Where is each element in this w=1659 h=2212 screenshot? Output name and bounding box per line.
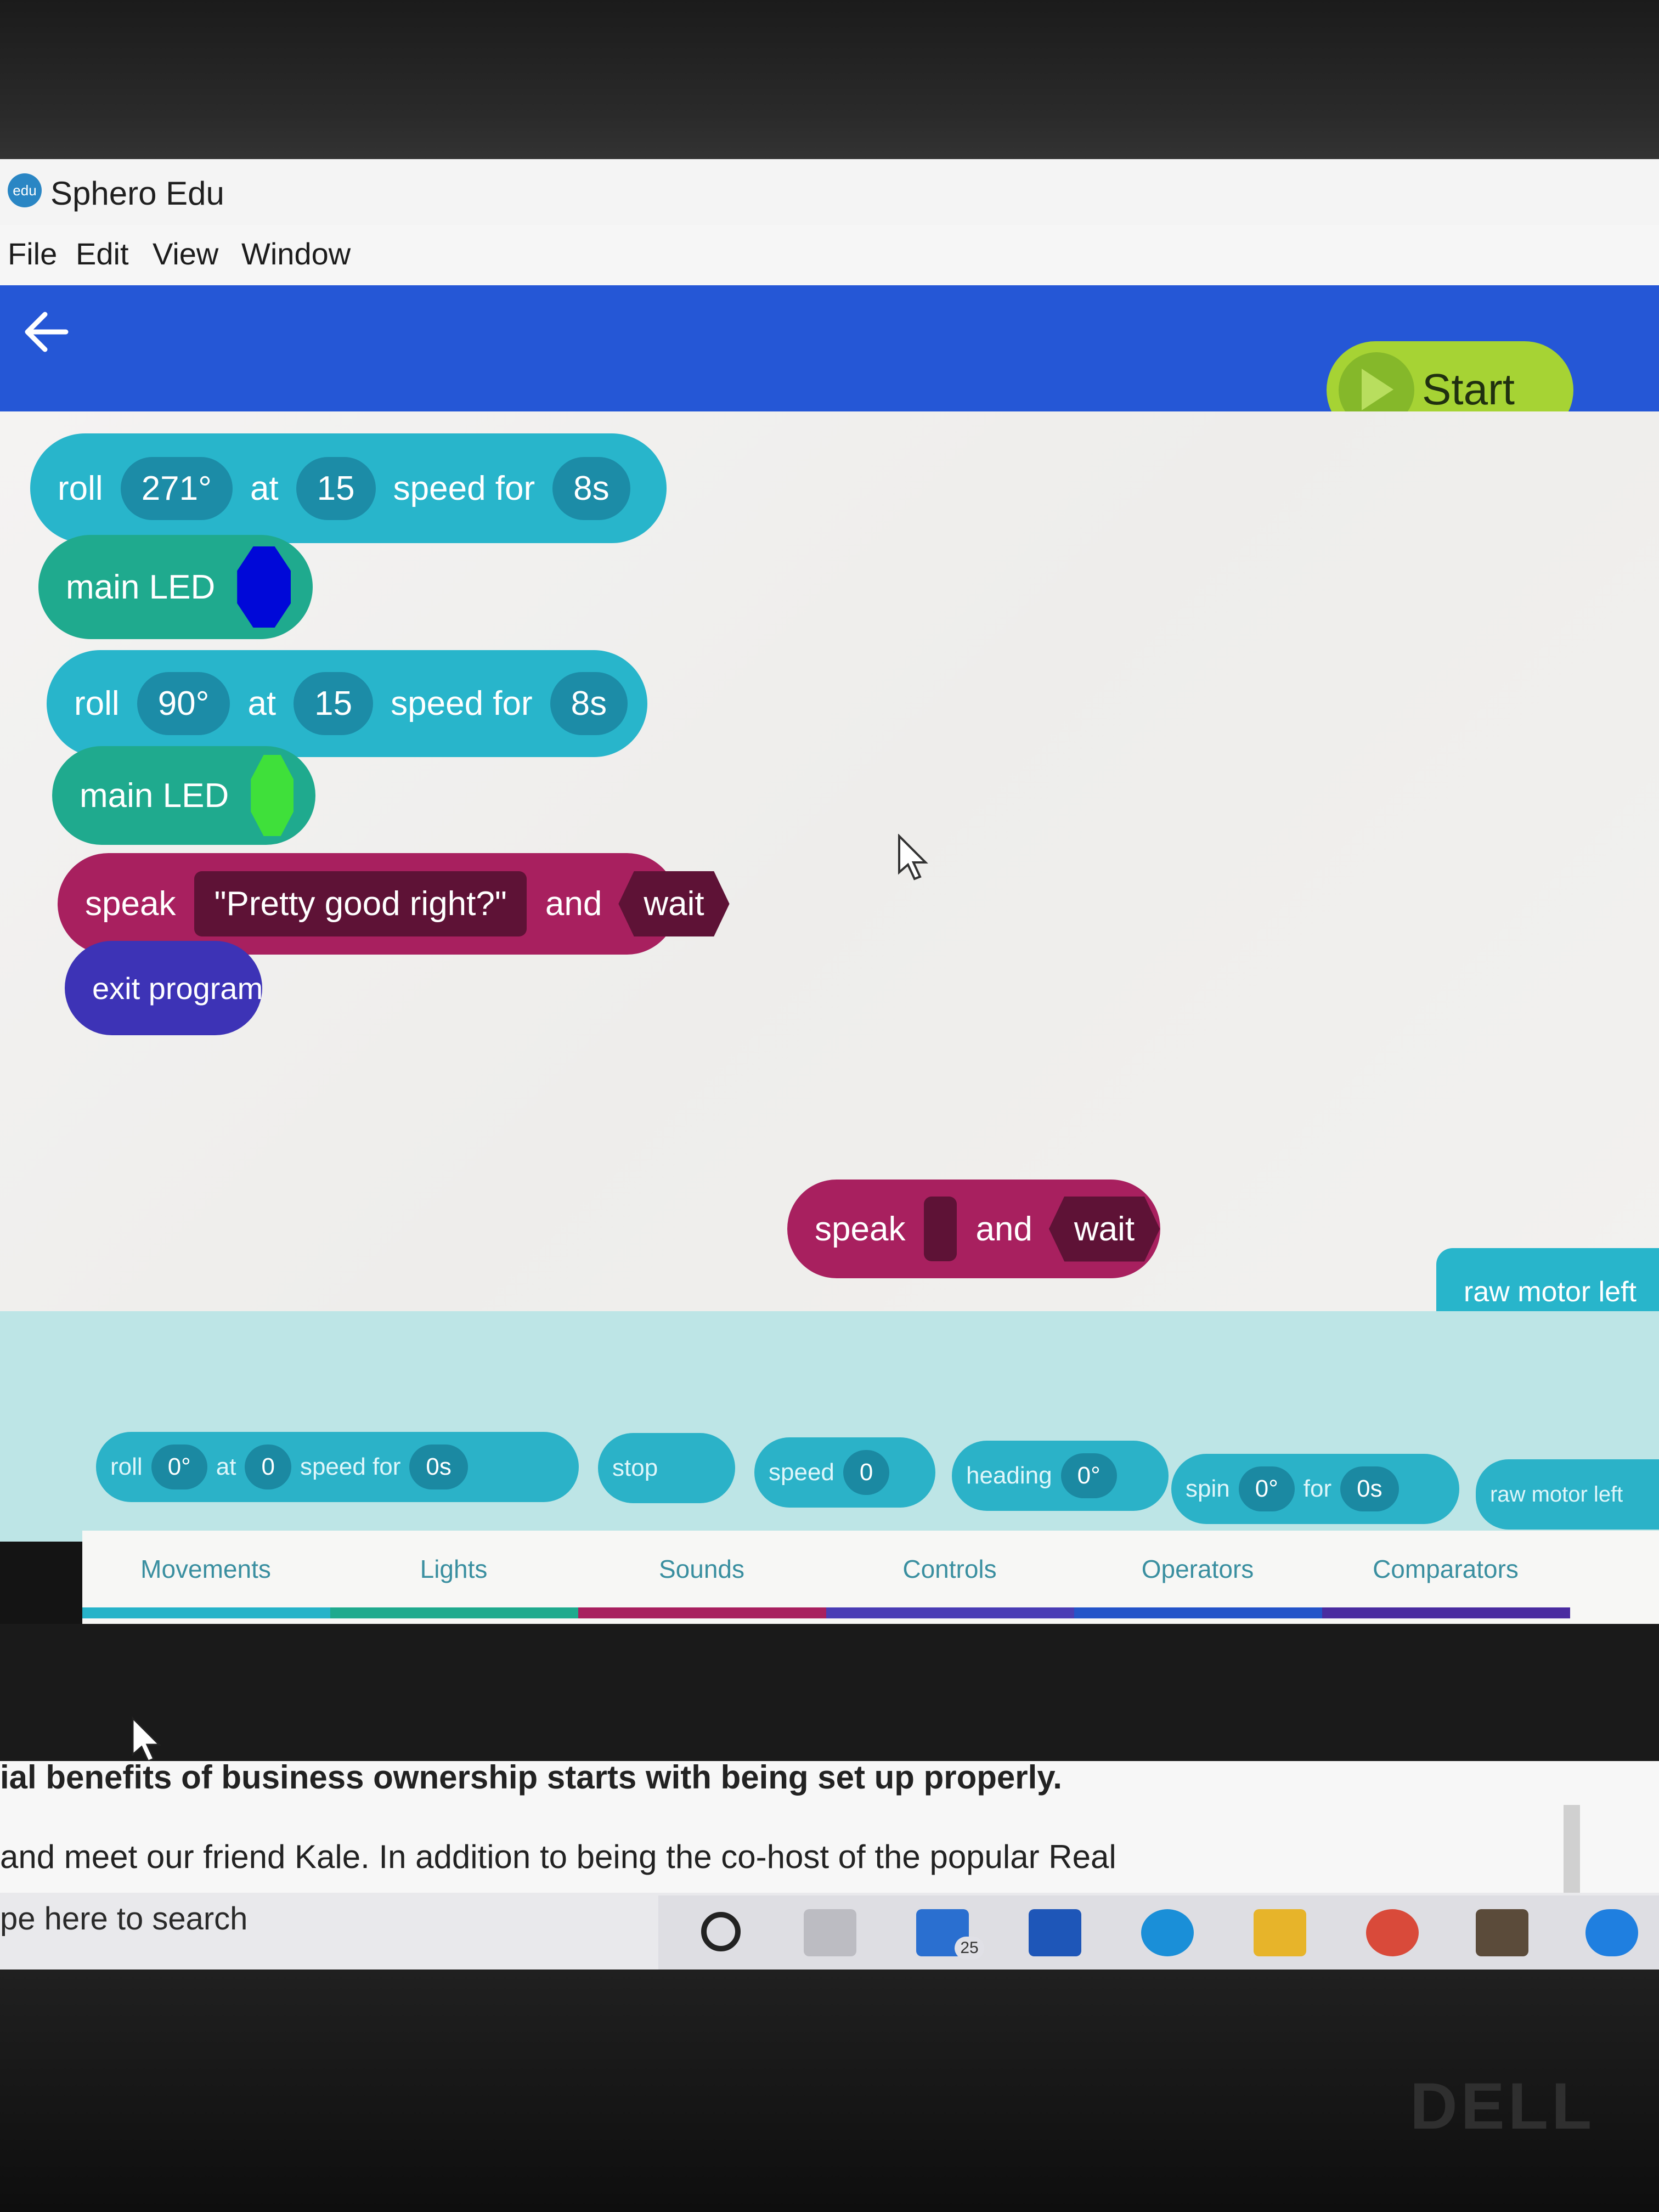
exit-program-label: exit program <box>92 970 263 1006</box>
and-label: and <box>975 1210 1032 1248</box>
speed-value[interactable]: 15 <box>294 672 374 735</box>
stop-label: stop <box>612 1454 658 1481</box>
speed-for-label: speed for <box>391 685 533 723</box>
window-titlebar <box>0 159 1659 225</box>
exit-program-block[interactable]: exit program <box>65 941 263 1035</box>
speak-text-input[interactable] <box>924 1197 957 1261</box>
heading-value[interactable]: 90° <box>137 672 230 735</box>
heading-value: 0° <box>151 1444 207 1489</box>
raw-motor-left-label: raw motor left <box>1464 1276 1637 1308</box>
roll-block[interactable]: roll 90° at 15 speed for 8s <box>47 650 647 757</box>
tab-operators[interactable]: Operators <box>1074 1536 1321 1618</box>
palette-spin-block[interactable]: spin 0° for 0s <box>1171 1454 1459 1524</box>
tab-movements[interactable]: Movements <box>82 1536 329 1618</box>
tab-lights[interactable]: Lights <box>330 1536 577 1618</box>
edge-icon[interactable] <box>1141 1909 1194 1956</box>
document-text-line: and meet our friend Kale. In addition to… <box>0 1838 1116 1875</box>
file-explorer-icon[interactable] <box>1254 1909 1306 1956</box>
menu-window[interactable]: Window <box>241 236 351 272</box>
cortana-icon[interactable] <box>701 1912 741 1951</box>
mouse-cursor-icon <box>898 834 928 881</box>
duration-value[interactable]: 8s <box>550 672 628 735</box>
speed-label: speed <box>769 1459 834 1486</box>
back-arrow-icon[interactable] <box>22 304 71 359</box>
speed-value[interactable]: 15 <box>296 456 376 520</box>
at-label: at <box>247 685 276 723</box>
tab-lights-indicator <box>330 1607 578 1618</box>
palette-stop-block[interactable]: stop <box>598 1433 735 1503</box>
chrome-icon[interactable] <box>1366 1909 1419 1956</box>
speed-for-label: speed for <box>393 469 535 507</box>
tab-movements-indicator <box>82 1607 330 1618</box>
speed-for-label: speed for <box>300 1453 401 1480</box>
mail-badge: 25 <box>955 1937 984 1960</box>
speak-text-input[interactable]: "Pretty good right?" <box>194 871 527 936</box>
task-view-icon[interactable] <box>804 1909 856 1956</box>
tab-operators-indicator <box>1074 1607 1322 1618</box>
and-label: and <box>545 885 602 923</box>
document-text-line: ial benefits of business ownership start… <box>0 1759 1062 1796</box>
start-button-label: Start <box>1422 365 1515 414</box>
window-title: Sphero Edu <box>50 175 224 212</box>
menu-file[interactable]: File <box>8 236 57 272</box>
speed-value: 0 <box>843 1450 890 1495</box>
tab-sounds-indicator <box>578 1607 826 1618</box>
main-led-block[interactable]: main LED <box>52 746 315 845</box>
app-icon: edu <box>8 173 42 207</box>
at-label: at <box>250 469 279 507</box>
palette-speed-block[interactable]: speed 0 <box>754 1437 935 1508</box>
palette-roll-block[interactable]: roll 0° at 0 speed for 0s <box>96 1432 579 1502</box>
speed-value: 0 <box>245 1444 291 1489</box>
tab-sounds[interactable]: Sounds <box>578 1536 825 1618</box>
monitor-top-bezel <box>0 0 1659 165</box>
speak-label: speak <box>815 1210 906 1248</box>
roll-label: roll <box>110 1453 143 1480</box>
palette-heading-block[interactable]: heading 0° <box>952 1441 1169 1511</box>
for-label: for <box>1303 1475 1332 1502</box>
play-triangle-icon <box>1362 369 1393 410</box>
speak-block[interactable]: speak "Pretty good right?" and wait <box>58 853 730 955</box>
heading-value[interactable]: 271° <box>120 456 233 520</box>
raw-motor-left-label: raw motor left <box>1490 1482 1623 1506</box>
menu-view[interactable]: View <box>153 236 218 272</box>
main-led-block[interactable]: main LED <box>38 535 313 639</box>
tab-controls-indicator <box>826 1607 1074 1618</box>
menu-edit[interactable]: Edit <box>76 236 129 272</box>
palette-raw-motor-left-block[interactable]: raw motor left <box>1476 1459 1659 1530</box>
speak-label: speak <box>85 885 176 923</box>
tab-comparators-indicator <box>1322 1607 1570 1618</box>
main-led-label: main LED <box>80 776 229 815</box>
word-icon[interactable] <box>1029 1909 1081 1956</box>
led-color-swatch[interactable] <box>251 755 294 836</box>
store-icon[interactable] <box>1476 1909 1528 1956</box>
spin-label: spin <box>1186 1475 1230 1502</box>
duration-value[interactable]: 8s <box>552 456 630 520</box>
floating-speak-block[interactable]: speak and wait <box>787 1180 1160 1278</box>
roll-block[interactable]: roll 271° at 15 speed for 8s <box>30 433 667 543</box>
wait-toggle[interactable]: wait <box>1048 1196 1160 1262</box>
heading-label: heading <box>966 1462 1052 1489</box>
dell-logo: DELL <box>1410 2069 1595 2143</box>
at-label: at <box>216 1453 236 1480</box>
duration-value: 0s <box>409 1444 468 1489</box>
heading-value: 0° <box>1060 1453 1117 1498</box>
wait-toggle[interactable]: wait <box>618 871 730 936</box>
main-led-label: main LED <box>66 568 216 606</box>
tab-comparators[interactable]: Comparators <box>1322 1536 1569 1618</box>
taskbar-search-box[interactable]: pe here to search <box>0 1900 247 1937</box>
led-color-swatch[interactable] <box>237 546 291 628</box>
roll-label: roll <box>58 469 103 507</box>
degrees-value: 0° <box>1238 1466 1295 1511</box>
window-gap <box>0 1624 1659 1761</box>
document-scrollbar[interactable] <box>1564 1805 1580 1898</box>
tab-controls[interactable]: Controls <box>826 1536 1073 1618</box>
duration-value: 0s <box>1340 1466 1399 1511</box>
onedrive-icon[interactable] <box>1585 1909 1638 1956</box>
roll-label: roll <box>74 685 120 723</box>
